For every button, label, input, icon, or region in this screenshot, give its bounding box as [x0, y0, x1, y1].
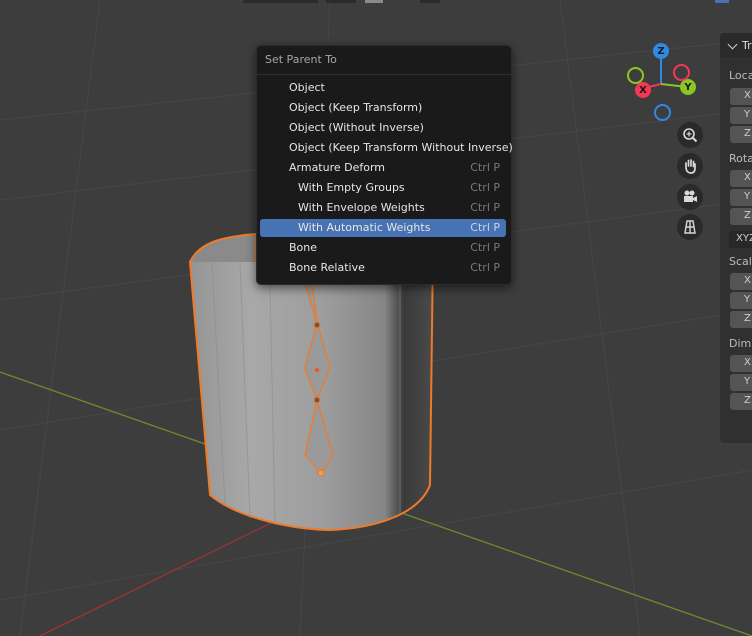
header-fragment — [420, 0, 440, 3]
rotation-y-field[interactable]: Y — [730, 189, 752, 206]
zoom-button[interactable] — [677, 122, 703, 148]
menu-item-shortcut: Ctrl P — [470, 201, 500, 214]
menu-item-label: Bone Relative — [289, 261, 365, 274]
menu-item-bone[interactable]: Bone Ctrl P — [260, 239, 506, 257]
menu-item-bone-relative[interactable]: Bone Relative Ctrl P — [260, 259, 506, 277]
rotation-z-field[interactable]: Z — [730, 208, 752, 225]
rotation-label: Rota — [729, 152, 752, 165]
menu-item-label: With Envelope Weights — [298, 201, 425, 214]
menu-item-object-keep-transform[interactable]: Object (Keep Transform) — [260, 99, 506, 117]
gizmo-z-axis[interactable]: Z — [653, 43, 669, 59]
chevron-down-icon — [727, 39, 738, 50]
dimensions-label: Dim — [729, 337, 752, 350]
pan-button[interactable] — [677, 153, 703, 179]
camera-view-button[interactable] — [677, 184, 703, 210]
hand-icon — [685, 159, 696, 174]
menu-title: Set Parent To — [265, 53, 337, 66]
scale-x-field[interactable]: X — [730, 273, 752, 290]
menu-item-object-keep-transform-without-inverse[interactable]: Object (Keep Transform Without Inverse) — [260, 139, 513, 157]
dimensions-x-field[interactable]: X — [730, 355, 752, 372]
dimensions-y-field[interactable]: Y — [730, 374, 752, 391]
zoom-icon — [683, 128, 698, 143]
menu-item-label: Object (Keep Transform) — [289, 101, 423, 114]
header-fragment — [243, 0, 318, 3]
menu-item-shortcut: Ctrl P — [470, 181, 500, 194]
ortho-toggle-button[interactable] — [677, 214, 703, 240]
set-parent-menu: Set Parent To Object Object (Keep Transf… — [256, 45, 513, 285]
menu-item-label: Armature Deform — [289, 161, 386, 174]
camera-icon — [684, 190, 697, 202]
menu-item-label: With Empty Groups — [298, 181, 405, 194]
menu-item-label: With Automatic Weights — [298, 221, 431, 234]
menu-item-shortcut: Ctrl P — [470, 241, 500, 254]
menu-item-label: Object (Without Inverse) — [289, 121, 424, 134]
menu-item-shortcut: Ctrl P — [470, 261, 500, 274]
menu-item-armature-deform[interactable]: Armature Deform Ctrl P — [260, 159, 506, 177]
menu-item-label: Bone — [289, 241, 318, 254]
scale-label: Scal — [729, 255, 752, 268]
transform-panel: Tr Loca X Y Z Rota X Y Z XYZ Scal X Y Z … — [720, 33, 752, 443]
rotation-mode-dropdown[interactable]: XYZ — [729, 231, 752, 248]
grid-icon — [684, 220, 696, 234]
gizmo-neg-x-axis[interactable] — [673, 64, 690, 81]
panel-title: Tr — [742, 39, 752, 52]
gizmo-neg-z-axis[interactable] — [654, 104, 671, 121]
header-fragment — [326, 0, 356, 3]
menu-item-with-empty-groups[interactable]: With Empty Groups Ctrl P — [260, 179, 506, 197]
dimensions-z-field[interactable]: Z — [730, 393, 752, 410]
location-z-field[interactable]: Z — [730, 126, 752, 143]
header-fragment — [715, 0, 729, 3]
menu-item-shortcut: Ctrl P — [470, 161, 500, 174]
menu-item-label: Object — [289, 81, 325, 94]
transform-panel-header[interactable]: Tr — [720, 33, 752, 57]
header-fragment — [365, 0, 383, 3]
menu-item-with-automatic-weights[interactable]: With Automatic Weights Ctrl P — [260, 219, 506, 237]
menu-item-object[interactable]: Object — [260, 79, 506, 97]
menu-item-object-without-inverse[interactable]: Object (Without Inverse) — [260, 119, 506, 137]
location-y-field[interactable]: Y — [730, 107, 752, 124]
menu-item-shortcut: Ctrl P — [470, 221, 500, 234]
menu-divider — [257, 74, 511, 75]
gizmo-neg-y-axis[interactable] — [627, 67, 644, 84]
menu-item-with-envelope-weights[interactable]: With Envelope Weights Ctrl P — [260, 199, 506, 217]
3d-viewport[interactable]: Z Y X Tr Loca X Y Z Rota X Y Z XY Scal X… — [0, 0, 752, 636]
location-label: Loca — [729, 69, 752, 82]
rotation-x-field[interactable]: X — [730, 170, 752, 187]
scale-y-field[interactable]: Y — [730, 292, 752, 309]
location-x-field[interactable]: X — [730, 88, 752, 105]
gizmo-y-axis[interactable]: Y — [680, 79, 696, 95]
scale-z-field[interactable]: Z — [730, 311, 752, 328]
menu-item-label: Object (Keep Transform Without Inverse) — [289, 141, 513, 154]
gizmo-x-axis[interactable]: X — [635, 82, 651, 98]
